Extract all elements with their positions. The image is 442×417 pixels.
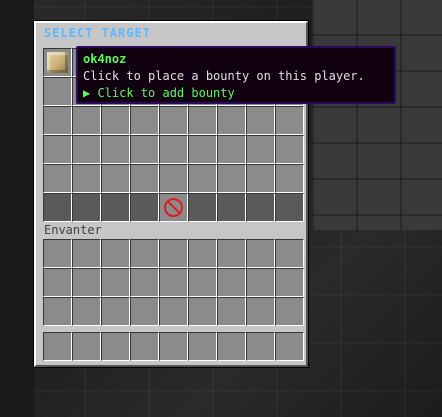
slot[interactable]	[275, 135, 304, 164]
filler-pane-slot[interactable]	[130, 193, 159, 222]
slot[interactable]	[246, 297, 275, 326]
slot[interactable]	[72, 297, 101, 326]
slot[interactable]	[43, 268, 72, 297]
window-title: SELECT TARGET	[44, 26, 151, 40]
slot[interactable]	[72, 106, 101, 135]
slot[interactable]	[72, 164, 101, 193]
slot[interactable]	[275, 239, 304, 268]
slot[interactable]	[43, 239, 72, 268]
slot[interactable]	[101, 106, 130, 135]
hotbar-slot[interactable]	[275, 332, 304, 361]
hotbar-grid	[43, 332, 304, 361]
hotbar-slot[interactable]	[246, 332, 275, 361]
slot[interactable]	[188, 164, 217, 193]
slot[interactable]	[130, 268, 159, 297]
slot[interactable]	[188, 297, 217, 326]
slot[interactable]	[101, 268, 130, 297]
slot[interactable]	[101, 239, 130, 268]
inventory-label: Envanter	[44, 223, 102, 237]
slot[interactable]	[275, 297, 304, 326]
barrier-icon	[164, 198, 183, 217]
slot[interactable]	[72, 135, 101, 164]
slot[interactable]	[188, 239, 217, 268]
slot[interactable]	[72, 239, 101, 268]
slot[interactable]	[188, 106, 217, 135]
slot[interactable]	[43, 77, 72, 106]
hotbar-slot[interactable]	[101, 332, 130, 361]
filler-pane-slot[interactable]	[246, 193, 275, 222]
filler-pane-slot[interactable]	[188, 193, 217, 222]
slot[interactable]	[130, 135, 159, 164]
slot[interactable]	[43, 164, 72, 193]
tooltip-description: Click to place a bounty on this player.	[83, 69, 365, 83]
slot[interactable]	[275, 164, 304, 193]
hotbar-slot[interactable]	[43, 332, 72, 361]
filler-pane-slot[interactable]	[275, 193, 304, 222]
slot[interactable]	[246, 268, 275, 297]
slot[interactable]	[217, 268, 246, 297]
slot[interactable]	[130, 106, 159, 135]
slot[interactable]	[188, 268, 217, 297]
player-head-icon	[47, 52, 68, 73]
slot[interactable]	[159, 239, 188, 268]
player-head-slot[interactable]	[43, 48, 72, 77]
slot[interactable]	[275, 268, 304, 297]
hotbar-slot[interactable]	[217, 332, 246, 361]
tooltip-player-name: ok4noz	[83, 52, 127, 66]
slot[interactable]	[159, 164, 188, 193]
filler-pane-slot[interactable]	[72, 193, 101, 222]
slot[interactable]	[217, 106, 246, 135]
slot[interactable]	[159, 135, 188, 164]
slot[interactable]	[101, 164, 130, 193]
slot[interactable]	[246, 106, 275, 135]
slot[interactable]	[159, 106, 188, 135]
slot[interactable]	[72, 268, 101, 297]
player-inventory-grid	[43, 239, 304, 326]
slot[interactable]	[246, 239, 275, 268]
item-tooltip: ok4noz Click to place a bounty on this p…	[76, 46, 396, 104]
slot[interactable]	[43, 297, 72, 326]
slot[interactable]	[275, 106, 304, 135]
slot[interactable]	[217, 135, 246, 164]
slot[interactable]	[217, 297, 246, 326]
slot[interactable]	[246, 135, 275, 164]
slot[interactable]	[43, 135, 72, 164]
slot[interactable]	[246, 164, 275, 193]
close-barrier-slot[interactable]	[159, 193, 188, 222]
tooltip-action: ▶ Click to add bounty	[83, 86, 235, 100]
slot[interactable]	[159, 297, 188, 326]
slot[interactable]	[101, 297, 130, 326]
slot[interactable]	[43, 106, 72, 135]
slot[interactable]	[188, 135, 217, 164]
hotbar-slot[interactable]	[188, 332, 217, 361]
hotbar-slot[interactable]	[72, 332, 101, 361]
slot[interactable]	[217, 239, 246, 268]
slot[interactable]	[101, 135, 130, 164]
slot[interactable]	[217, 164, 246, 193]
slot[interactable]	[130, 239, 159, 268]
slot[interactable]	[130, 164, 159, 193]
filler-pane-slot[interactable]	[43, 193, 72, 222]
slot[interactable]	[130, 297, 159, 326]
slot[interactable]	[159, 268, 188, 297]
filler-pane-slot[interactable]	[101, 193, 130, 222]
dark-wall	[0, 0, 34, 417]
stone-wall	[312, 0, 442, 230]
hotbar-slot[interactable]	[130, 332, 159, 361]
filler-pane-slot[interactable]	[217, 193, 246, 222]
hotbar-slot[interactable]	[159, 332, 188, 361]
